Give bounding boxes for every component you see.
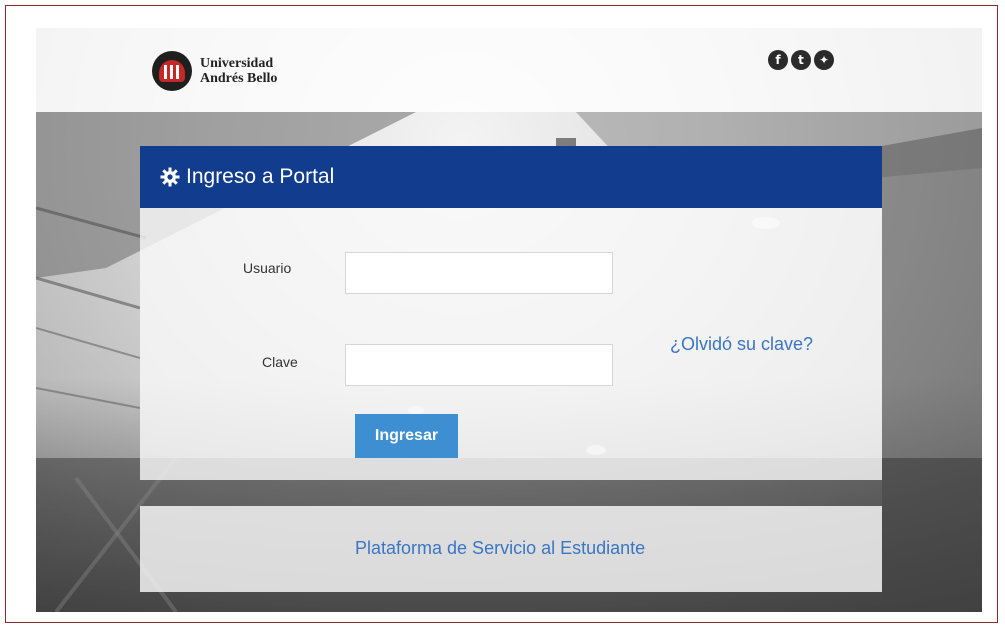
login-screen: Universidad Andrés Bello f t ✦ Ingreso a…	[36, 28, 982, 612]
footer-panel: Plataforma de Servicio al Estudiante	[140, 506, 882, 592]
gear-icon	[160, 167, 180, 187]
login-panel-header: Ingreso a Portal	[140, 146, 882, 208]
logo-text: Universidad Andrés Bello	[200, 56, 277, 86]
twitter-icon[interactable]: t	[791, 50, 811, 70]
university-logo[interactable]: Universidad Andrés Bello	[152, 48, 312, 94]
facebook-icon[interactable]: f	[768, 50, 788, 70]
forgot-password-link[interactable]: ¿Olvidó su clave?	[670, 334, 813, 355]
top-header-bar: Universidad Andrés Bello f t ✦	[36, 28, 982, 112]
username-input[interactable]	[345, 252, 613, 294]
username-label: Usuario	[243, 260, 292, 276]
logo-line-2: Andrés Bello	[200, 71, 278, 86]
login-panel: Ingreso a Portal Usuario Clave ¿Olvidó s…	[140, 146, 882, 480]
globe-icon[interactable]: ✦	[814, 50, 834, 70]
document-frame: Universidad Andrés Bello f t ✦ Ingreso a…	[5, 5, 998, 623]
login-button[interactable]: Ingresar	[355, 414, 458, 458]
logo-line-1: Universidad	[200, 56, 274, 71]
panel-title: Ingreso a Portal	[186, 165, 335, 188]
password-label: Clave	[262, 354, 298, 370]
student-service-platform-link[interactable]: Plataforma de Servicio al Estudiante	[355, 538, 645, 559]
password-input[interactable]	[345, 344, 613, 386]
university-seal-icon	[152, 51, 192, 91]
social-links: f t ✦	[768, 50, 834, 70]
